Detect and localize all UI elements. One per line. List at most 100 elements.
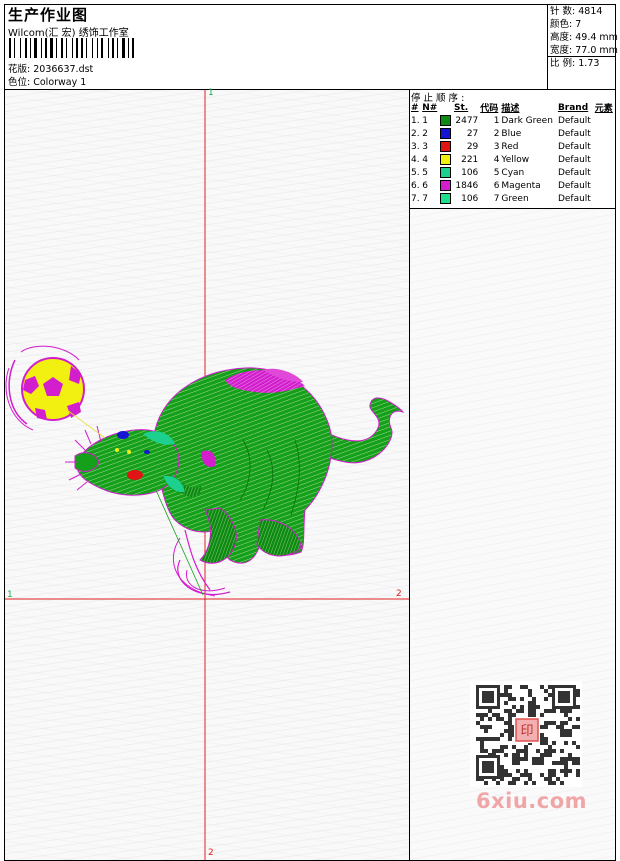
row-element [594,153,615,166]
swatch-box [440,167,452,178]
pattern-line: 花版: 2036637.dst [8,61,93,75]
row-stitches: 29 [466,141,479,152]
header-divider [547,4,548,90]
row-brand: Default [557,128,591,139]
stitches-stat: 针 数: 4814 [550,6,603,17]
row-element [594,166,615,179]
swatch-box [440,128,452,139]
watermark-seal: 印 [520,724,533,739]
table-row[interactable]: 5. 5 106 5 Cyan Default [410,166,615,179]
row-brand: Default [557,180,591,191]
row-needle: 3 [422,141,428,152]
row-description: Blue [501,128,522,139]
col-stitches-header: St. [453,102,469,113]
width-value: 77.0 mm [575,45,618,56]
axis-marker-right: 2 [396,589,402,599]
axis-marker-top: 1 [208,88,214,98]
row-description: Red [501,141,519,152]
row-description: Green [501,193,529,204]
scale-value: 1.73 [578,58,600,69]
stop-sequence-table: # N# St. 代码 描述 Brand 元素 1. 1 2477 1 Dark Gre… [410,101,615,205]
row-element [594,192,615,205]
color-swatch [439,127,453,140]
row-brand: Default [557,141,591,152]
row-stitches: 221 [461,154,479,165]
page-title: 生产作业图 [8,6,89,24]
row-code: 5 [493,167,500,178]
swatch-box [440,154,452,165]
table-row[interactable]: 1. 1 2477 1 Dark Green Default [410,114,615,127]
row-brand: Default [557,193,591,204]
col-needle-header: N# [422,102,438,113]
colors-value: 7 [575,19,582,30]
row-index: 5. [411,167,420,178]
colorway-line: 色位: Colorway 1 [8,74,86,88]
height-value: 49.4 mm [575,32,618,43]
swatch-box [440,115,452,126]
row-element [594,114,615,127]
row-code: 2 [493,128,500,139]
color-swatch [439,114,453,127]
col-description-header: 描述 [501,104,520,114]
row-index: 1. [411,115,420,126]
color-swatch [439,153,453,166]
row-code: 4 [493,154,500,165]
row-code: 1 [493,115,500,126]
row-brand: Default [557,115,591,126]
stitches-value: 4814 [578,6,603,17]
swatch-box [440,141,452,152]
soccer-ball-design [5,345,85,431]
watermark-site: 6xiu.com [476,789,588,813]
table-row[interactable]: 3. 3 29 3 Red Default [410,140,615,153]
row-stitches: 1846 [455,180,479,191]
dinosaur-design [65,367,405,597]
row-stitches: 106 [461,193,479,204]
col-element-header: 元素 [594,104,613,114]
swatch-box [440,180,452,191]
row-description: Magenta [501,180,541,191]
row-needle: 6 [422,180,428,191]
row-needle: 7 [422,193,428,204]
studio-name: Wilcom(汇 宏) 绣饰工作室 [8,28,129,39]
table-header-row: # N# St. 代码 描述 Brand 元素 [410,101,615,115]
row-index: 7. [411,193,420,204]
color-swatch [439,140,453,153]
row-code: 6 [493,180,500,191]
scale-stat: 比 例: 1.73 [550,58,600,69]
row-stitches: 27 [466,128,479,139]
design-stats: 针 数: 4814 颜色: 7 高度: 49.4 mm 宽度: 77.0 mm … [550,5,618,70]
col-code-header: 代码 [480,104,499,114]
colors-stat: 颜色: 7 [550,19,582,30]
table-row[interactable]: 4. 4 221 4 Yellow Default [410,153,615,166]
row-index: 4. [411,154,420,165]
height-stat: 高度: 49.4 mm [550,32,618,43]
row-element [594,140,615,153]
row-stitches: 2477 [455,115,479,126]
row-element [594,127,615,140]
row-description: Yellow [501,154,530,165]
row-index: 3. [411,141,420,152]
row-description: Cyan [501,167,525,178]
row-code: 7 [493,193,500,204]
color-swatch [439,192,453,205]
qr-code-watermark: 印 [470,681,582,787]
table-row[interactable]: 7. 7 106 7 Green Default [410,192,615,205]
table-divider [409,208,616,209]
col-brand-header: Brand [557,102,589,113]
color-swatch [439,166,453,179]
qr-code-icon: 印 [476,685,580,785]
row-description: Dark Green [501,115,553,126]
barcode-icon [9,38,134,58]
row-brand: Default [557,154,591,165]
row-index: 6. [411,180,420,191]
row-index: 2. [411,128,420,139]
row-needle: 5 [422,167,428,178]
table-row[interactable]: 6. 6 1846 6 Magenta Default [410,179,615,192]
colorway-label: 色位: [8,77,31,88]
axis-marker-bottom: 2 [208,848,214,858]
axis-marker-left: 1 [7,590,13,600]
row-brand: Default [557,167,591,178]
stats-divider [547,56,616,57]
col-index-header: # [411,102,419,113]
table-row[interactable]: 2. 2 27 2 Blue Default [410,127,615,140]
